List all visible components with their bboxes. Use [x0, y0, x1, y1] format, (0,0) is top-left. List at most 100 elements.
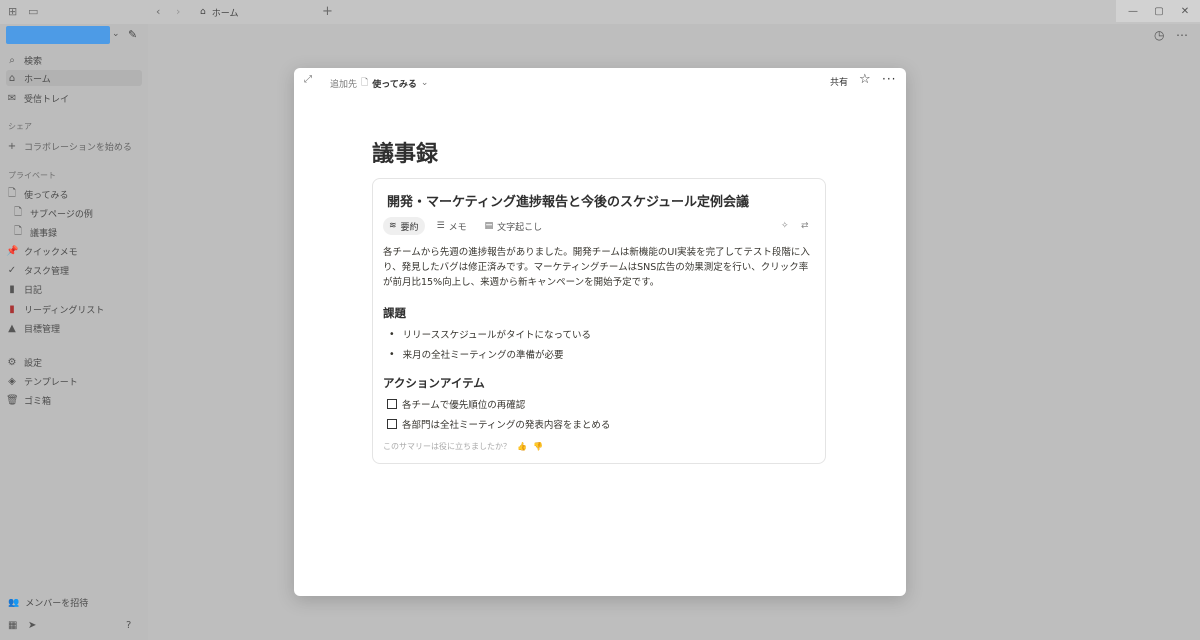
more-icon[interactable]: ⋯ — [1176, 28, 1188, 42]
breadcrumb-page[interactable]: 使ってみる — [372, 77, 417, 90]
todo-item: 各チームで優先順位の再確認 — [387, 397, 525, 411]
trash-icon: 🗑 — [6, 394, 19, 406]
section-share: シェア — [8, 122, 32, 131]
chevron-down-icon[interactable]: ⌄ — [112, 29, 120, 39]
history-icon[interactable]: ◷ — [1154, 28, 1164, 42]
tab-summary[interactable]: ≋ 要約 — [383, 217, 425, 235]
expand-icon[interactable]: ⤢ — [304, 74, 312, 85]
check-icon: ✓ — [7, 264, 17, 276]
chevron-down-icon[interactable]: ⌄ — [421, 78, 429, 88]
back-icon[interactable]: ‹ — [156, 6, 168, 18]
sidebar-item-home[interactable]: ⌂ ホーム — [6, 70, 142, 86]
tab-notes[interactable]: ☰ メモ — [431, 217, 473, 235]
thumbs-down-icon[interactable]: 👎 — [533, 442, 543, 451]
sidebar-item-label: タスク管理 — [24, 266, 70, 277]
sidebar-item-templates[interactable]: ◈ テンプレート — [6, 373, 142, 389]
summary-text: 各チームから先週の進捗報告がありました。開発チームは新機能のUI実装を完了してテ… — [383, 247, 810, 288]
tab-label: 文字起こし — [497, 222, 543, 233]
sidebar-item-label: クイックメモ — [24, 247, 78, 258]
page-icon: 🗋 — [7, 187, 17, 199]
page-peek-modal: ⤢ 追加先 🗋 使ってみる ⌄ 共有 ☆ ··· 議事録 開発・マーケティング進… — [294, 68, 906, 596]
sidebar-item-tasks[interactable]: ✓ タスク管理 — [6, 262, 142, 278]
sidebar-item-label: テンプレート — [24, 377, 78, 388]
sidebar-item-label: 検索 — [24, 56, 43, 67]
sidebar-item-search[interactable]: ⌕ 検索 — [6, 52, 142, 68]
send-icon[interactable]: ➤ — [28, 620, 36, 631]
invite-members-button[interactable]: 👥 メンバーを招待 — [8, 596, 89, 610]
invite-label: メンバーを招待 — [25, 599, 89, 609]
tab-label: 要約 — [400, 222, 419, 233]
close-button[interactable]: ✕ — [1168, 0, 1200, 22]
forward-icon[interactable]: › — [176, 6, 188, 18]
book-icon: ▮ — [9, 303, 15, 315]
sidebar-item-label: サブページの例 — [30, 209, 93, 220]
meeting-title[interactable]: 開発・マーケティング進捗報告と今後のスケジュール定例会議 — [387, 191, 749, 210]
sidebar-item-reading-list[interactable]: ▮ リーディングリスト — [6, 301, 142, 317]
modal-header: ⤢ 追加先 🗋 使ってみる ⌄ 共有 ☆ ··· — [294, 68, 906, 94]
sidebar-toggle-icon[interactable]: ▭ — [28, 6, 40, 18]
people-icon: 👥 — [8, 597, 20, 608]
notes-icon: ☰ — [436, 221, 445, 231]
sidebar-item-label: ホーム — [24, 74, 51, 85]
home-icon: ⌂ — [200, 7, 206, 17]
sidebar-item-label: 設定 — [24, 358, 43, 369]
sidebar-item-trash[interactable]: 🗑 ゴミ箱 — [6, 392, 142, 408]
sidebar-item-label: 目標管理 — [24, 324, 61, 335]
app-menu-icon[interactable]: ⊞ — [8, 6, 20, 18]
calendar-icon[interactable]: ▦ — [8, 620, 17, 631]
sidebar-item-label: 議事録 — [30, 228, 58, 239]
feedback-text: このサマリーは役に立ちましたか？ — [383, 442, 511, 451]
pin-icon: 📌 — [6, 245, 19, 257]
page-title[interactable]: 議事録 — [372, 136, 438, 168]
title-bar: ⊞ ▭ ‹ › ⌂ ホーム + — ▢ ✕ — [0, 0, 1200, 24]
bullet-icon: • — [389, 348, 395, 360]
plus-icon: + — [7, 140, 17, 152]
page-icon: 🗋 — [361, 78, 369, 88]
tab-home[interactable]: ⌂ ホーム — [192, 0, 312, 24]
tab-transcript[interactable]: ▤ 文字起こし — [479, 217, 549, 235]
tab-label: メモ — [448, 222, 467, 233]
notes-tabs: ≋ 要約 ☰ メモ ▤ 文字起こし — [383, 217, 548, 235]
more-options-icon[interactable]: ··· — [882, 72, 896, 86]
new-tab-button[interactable]: + — [322, 5, 334, 18]
summary-icon: ≋ — [389, 221, 397, 231]
breadcrumb-prefix: 追加先 — [330, 79, 358, 90]
inbox-icon: ✉ — [7, 92, 17, 104]
list-item: • 来月の全社ミーティングの準備が必要 — [389, 348, 564, 362]
checkbox[interactable] — [387, 399, 397, 409]
list-item: • リリーススケジュールがタイトになっている — [389, 328, 591, 342]
template-icon: ◈ — [8, 375, 16, 387]
sidebar-item-quick-memo[interactable]: 📌 クイックメモ — [6, 243, 142, 259]
actions-heading: アクションアイテム — [383, 376, 485, 390]
sidebar-item-label: リーディングリスト — [24, 305, 105, 316]
new-page-icon[interactable]: ✎ — [128, 28, 137, 41]
start-collaboration-button[interactable]: + コラボレーションを始める — [6, 138, 142, 154]
checkbox[interactable] — [387, 419, 397, 429]
sidebar-item-settings[interactable]: ⚙ 設定 — [6, 354, 142, 370]
settings-sliders-icon[interactable]: ⇄ — [801, 221, 809, 231]
ai-meeting-notes-card: 開発・マーケティング進捗報告と今後のスケジュール定例会議 ≋ 要約 ☰ メモ ▤… — [372, 178, 826, 464]
favorite-star-icon[interactable]: ☆ — [859, 72, 871, 87]
sidebar-item-subpage[interactable]: 🗋 サブページの例 — [12, 205, 148, 221]
bullet-icon: • — [389, 328, 395, 340]
home-icon: ⌂ — [8, 72, 16, 84]
breadcrumb: 追加先 🗋 使ってみる ⌄ — [330, 75, 428, 91]
thumbs-up-icon[interactable]: 👍 — [517, 442, 527, 451]
sidebar-item-goals[interactable]: ▲ 目標管理 — [6, 320, 142, 336]
help-icon[interactable]: ? — [126, 620, 131, 631]
share-button[interactable]: 共有 — [830, 75, 848, 88]
sidebar-item-minutes[interactable]: 🗋 議事録 — [12, 224, 148, 240]
gear-icon: ⚙ — [7, 356, 17, 368]
sidebar-item-label: 日記 — [24, 285, 43, 296]
sidebar-item-getting-started[interactable]: 🗋 使ってみる — [6, 186, 142, 202]
transcript-icon: ▤ — [484, 221, 494, 231]
todo-item: 各部門は全社ミーティングの発表内容をまとめる — [387, 417, 610, 431]
sidebar-item-inbox[interactable]: ✉ 受信トレイ — [6, 90, 142, 106]
sidebar: ⌄ ✎ ⌕ 検索 ⌂ ホーム ✉ 受信トレイ シェア + コラボレーションを始め… — [0, 24, 148, 640]
ai-sparkle-icon[interactable]: ✧ — [781, 221, 789, 231]
sidebar-item-journal[interactable]: ▮ 日記 — [6, 281, 142, 297]
feedback-row: このサマリーは役に立ちましたか？ 👍 👎 — [383, 441, 543, 452]
workspace-switcher[interactable] — [6, 26, 110, 44]
mountain-icon: ▲ — [8, 322, 16, 334]
collab-label: コラボレーションを始める — [24, 142, 132, 153]
